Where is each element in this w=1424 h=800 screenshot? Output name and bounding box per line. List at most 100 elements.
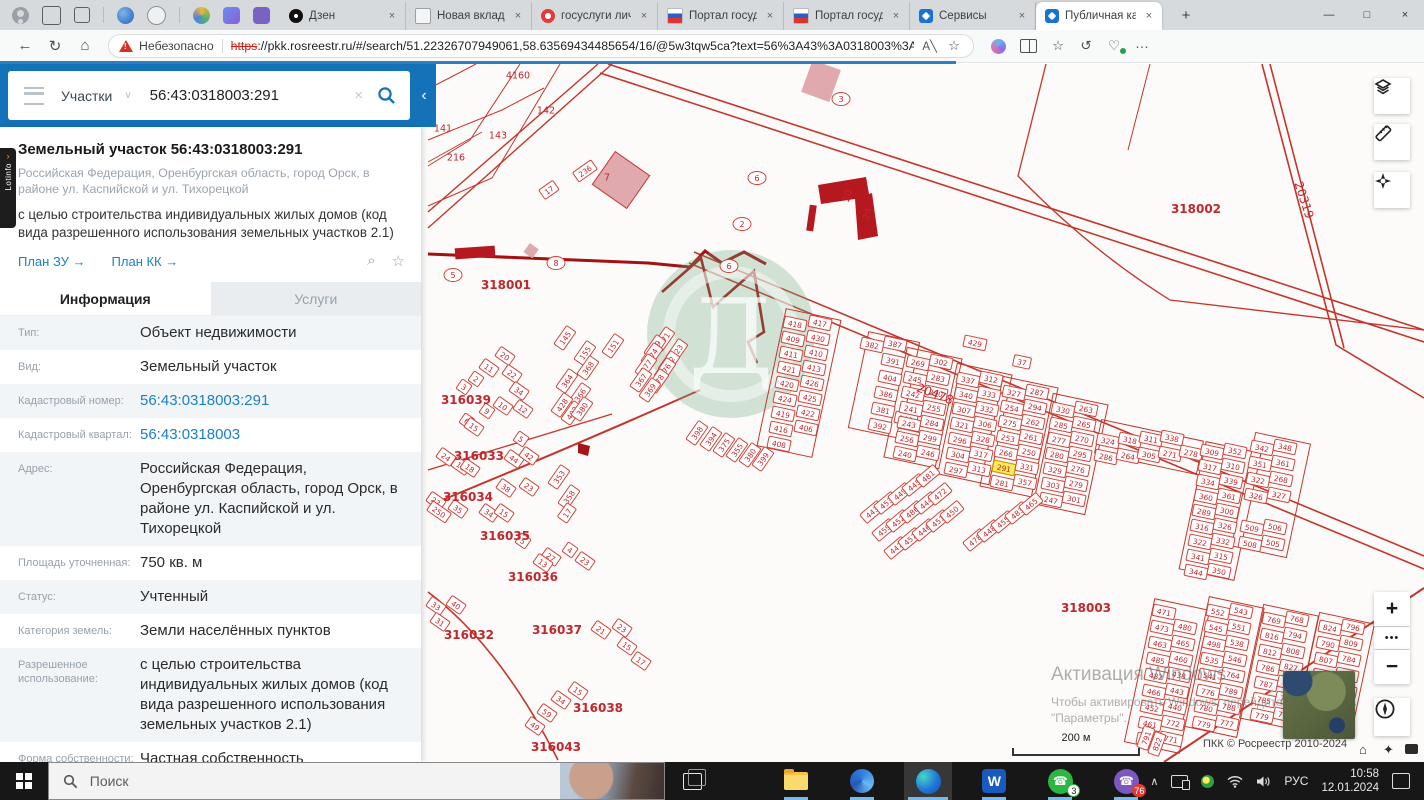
browser-tab-7[interactable]: Публичная ка × (1036, 2, 1162, 30)
tab-close-icon[interactable]: × (763, 10, 777, 22)
collections-icon[interactable]: ☆ (1044, 38, 1072, 54)
tab-close-icon[interactable]: × (1142, 10, 1156, 22)
parcel-label-386[interactable]: 386 (873, 385, 899, 403)
parcel-label-289[interactable]: 289 (1191, 503, 1217, 521)
parcel-badge-8[interactable]: 8 (546, 256, 566, 270)
parcel-label-465[interactable]: 465 (1170, 634, 1196, 652)
search-category-select[interactable]: Участки (61, 88, 112, 104)
parcel-label-364[interactable]: 364 (555, 368, 578, 394)
action-center-icon[interactable] (1392, 773, 1410, 789)
parcel-label-5[interactable]: 5 (513, 430, 530, 447)
tab-close-icon[interactable]: × (385, 10, 399, 22)
parcel-label-306[interactable]: 306 (972, 415, 998, 433)
parcel-label-326[interactable]: 326 (1212, 517, 1238, 535)
zoom-in-button[interactable]: + (1374, 592, 1410, 626)
browser-tab-2[interactable]: Новая вкладк × (406, 2, 532, 30)
parcel-label-351[interactable]: 351 (1247, 455, 1273, 473)
tab-close-icon[interactable]: × (511, 10, 525, 22)
parcel-label-807[interactable]: 807 (1313, 651, 1339, 669)
parcel-label-344[interactable]: 344 (1183, 563, 1209, 581)
area-search-icon[interactable]: ⌕ (367, 252, 375, 270)
home-view-icon[interactable]: ⌂ (1359, 742, 1367, 757)
parcel-label-332[interactable]: 332 (1210, 532, 1236, 550)
parcel-label-538[interactable]: 538 (1224, 634, 1250, 652)
favorite-parcel-icon[interactable]: ☆ (392, 252, 405, 270)
parcel-label-339[interactable]: 339 (1218, 472, 1244, 490)
parcel-label-340[interactable]: 340 (953, 386, 979, 404)
parcel-label-246[interactable]: 246 (915, 444, 941, 462)
row-value-link[interactable]: 56:43:0318003 (140, 425, 421, 445)
parcel-label-341[interactable]: 341 (1185, 548, 1211, 566)
close-button[interactable]: × (1386, 0, 1424, 30)
parcel-label-350[interactable]: 350 (1206, 562, 1232, 580)
parcel-label-151[interactable]: 151 (601, 333, 624, 359)
parcel-label-381[interactable]: 381 (870, 401, 896, 419)
parcel-label-404[interactable]: 404 (877, 369, 903, 387)
parcel-label-809[interactable]: 809 (1338, 634, 1364, 652)
language-indicator[interactable]: РУС (1284, 774, 1308, 788)
quarter-label-316033[interactable]: 316033 (454, 449, 504, 463)
browser-essentials-icon[interactable]: ♡ (1100, 38, 1128, 54)
parcel-label-329[interactable]: 329 (1042, 461, 1068, 479)
parcel-label-301[interactable]: 301 (1061, 490, 1087, 508)
row-value-link[interactable]: 56:43:0318003:291 (140, 391, 421, 411)
parcel-label-37[interactable]: 37 (1012, 354, 1032, 370)
parcel-label-22[interactable]: 22 (501, 364, 523, 384)
parcel-label-304[interactable]: 304 (945, 446, 971, 464)
parcel-label-406[interactable]: 406 (793, 419, 819, 437)
viber-button[interactable]: ☎ 76 (1102, 762, 1150, 800)
parcel-label-261[interactable]: 261 (1018, 428, 1044, 446)
volume-icon[interactable] (1256, 775, 1271, 788)
parcel-label-15[interactable]: 15 (567, 681, 589, 701)
parcel-label-322[interactable]: 322 (1187, 533, 1213, 551)
whatsapp-button[interactable]: ☎ 3 (1036, 762, 1084, 800)
parcel-label-812[interactable]: 812 (1257, 643, 1283, 661)
fullscreen-icon[interactable] (1405, 744, 1418, 754)
parcel-badge-2[interactable]: 2 (732, 217, 752, 231)
parcel-label-253[interactable]: 253 (995, 429, 1021, 447)
parcel-label-236[interactable]: 236 (572, 159, 598, 182)
parcel-label-506[interactable]: 506 (1262, 518, 1288, 536)
parcel-label-505[interactable]: 505 (1260, 534, 1286, 552)
parcel-label-313[interactable]: 313 (966, 460, 992, 478)
parcel-label-286[interactable]: 286 (1093, 448, 1119, 466)
parcel-label-277[interactable]: 277 (1046, 431, 1072, 449)
quarter-label-318002[interactable]: 318002 (1171, 202, 1221, 216)
parcel-label-416[interactable]: 416 (768, 420, 794, 438)
maximize-button[interactable]: □ (1348, 0, 1386, 30)
parcel-label-10[interactable]: 10 (492, 396, 514, 416)
tab-services[interactable]: Услуги (210, 282, 421, 315)
parcel-label-348[interactable]: 348 (1272, 438, 1298, 456)
plan-kk-link[interactable]: План КК → (112, 254, 179, 269)
history-icon[interactable]: ↺ (1072, 38, 1100, 54)
parcel-label-38[interactable]: 38 (495, 478, 517, 498)
parcel-label-508[interactable]: 508 (1237, 535, 1263, 553)
window-icon[interactable] (74, 7, 90, 23)
parcel-label-17[interactable]: 17 (630, 651, 652, 671)
parcel-label-361[interactable]: 361 (1270, 454, 1296, 472)
parcel-label-276[interactable]: 276 (1065, 460, 1091, 478)
parcel-label-426[interactable]: 426 (799, 374, 825, 392)
parcel-label-296[interactable]: 296 (947, 431, 973, 449)
parcel-label-545[interactable]: 545 (1203, 619, 1229, 637)
parcel-label-429[interactable]: 429 (962, 334, 988, 352)
zoom-out-button[interactable]: − (1374, 650, 1410, 684)
globe-icon[interactable] (117, 6, 134, 24)
home-button[interactable]: ⌂ (70, 37, 100, 55)
parcel-label-816[interactable]: 816 (1259, 627, 1285, 645)
parcel-label-23[interactable]: 23 (518, 477, 540, 497)
parcel-label-480[interactable]: 480 (1172, 618, 1198, 636)
parcel-label-317[interactable]: 317 (1197, 458, 1223, 476)
parcel-label-287[interactable]: 287 (1024, 383, 1050, 401)
parcel-label-322[interactable]: 322 (1245, 471, 1271, 489)
parcel-label-332[interactable]: 332 (974, 400, 1000, 418)
browser-tab-1[interactable]: Дзен × (280, 2, 406, 30)
parcel-label-309[interactable]: 309 (1199, 443, 1225, 461)
parcel-label-264[interactable]: 264 (1115, 447, 1141, 465)
new-tab-button[interactable]: + (1176, 7, 1196, 24)
parcel-label-284[interactable]: 284 (919, 414, 945, 432)
lotinfo-extension-tab[interactable]: › Lotinfo (0, 148, 16, 228)
parcel-label-387[interactable]: 387 (882, 335, 908, 353)
search-icon[interactable] (377, 86, 396, 105)
parcel-label-49[interactable]: 49 (524, 716, 546, 736)
